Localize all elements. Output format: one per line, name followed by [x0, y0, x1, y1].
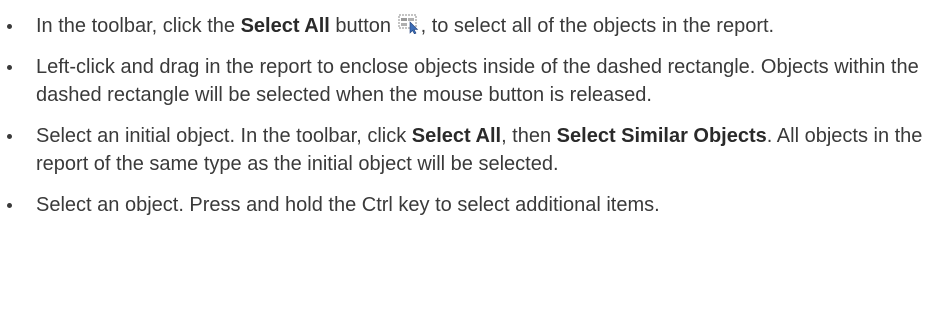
list-item-text: Left-click and drag in the report to enc… [36, 56, 919, 106]
list-item-text: , then [501, 125, 557, 147]
select-all-icon [398, 14, 420, 35]
list-item: Select an initial object. In the toolbar… [0, 122, 949, 178]
list-item: Select an object. Press and hold the Ctr… [0, 191, 949, 219]
bullet-dot [7, 203, 12, 208]
bullet-dot [7, 24, 12, 29]
bullet-dot [7, 134, 12, 139]
list-item: Left-click and drag in the report to enc… [0, 53, 949, 109]
list-item-text: In the toolbar, click the [36, 15, 241, 37]
select-similar-objects-label: Select Similar Objects [556, 125, 767, 147]
list-item: In the toolbar, click the Select All but… [0, 12, 949, 40]
list-item-text: Select an object. Press and hold the Ctr… [36, 194, 660, 216]
bullet-list: In the toolbar, click the Select All but… [0, 12, 949, 232]
list-item-text: Select an initial object. In the toolbar… [36, 125, 412, 147]
bullet-dot [7, 65, 12, 70]
select-all-label: Select All [411, 125, 502, 147]
list-item-text: , to select all of the objects in the re… [420, 15, 775, 37]
list-item-text: button [329, 15, 397, 37]
document-body: In the toolbar, click the Select All but… [0, 0, 949, 329]
select-all-label: Select All [240, 15, 330, 37]
